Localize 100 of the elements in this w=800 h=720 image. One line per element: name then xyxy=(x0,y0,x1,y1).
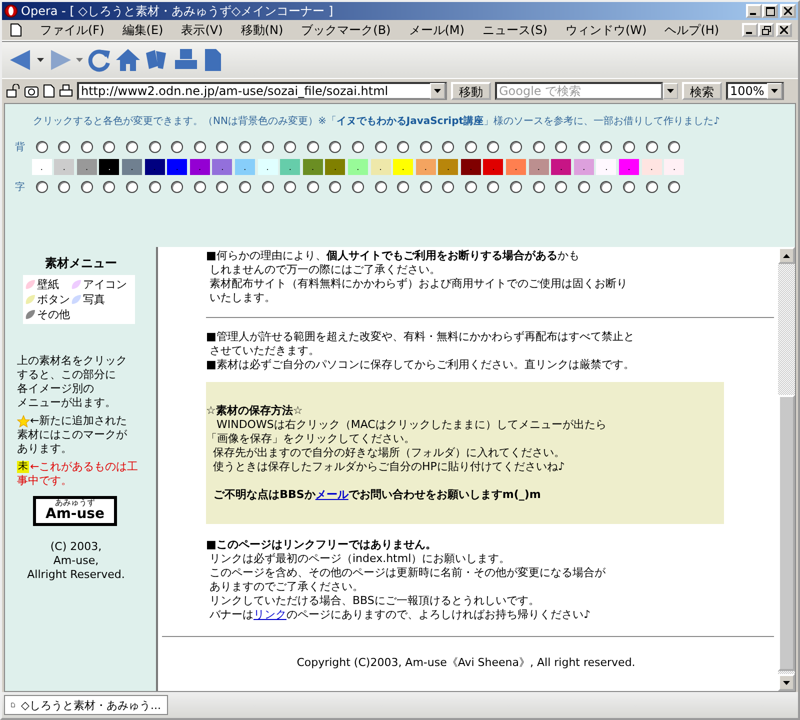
radio-button[interactable] xyxy=(36,141,48,153)
radio-button[interactable] xyxy=(464,141,477,153)
menu-link[interactable]: 写真 xyxy=(83,292,105,307)
dropdown-arrow-icon[interactable] xyxy=(771,89,778,93)
go-button[interactable]: 移動 xyxy=(451,82,491,100)
color-swatch[interactable]: . xyxy=(664,159,684,175)
menu-link[interactable]: ボタン xyxy=(37,292,70,307)
color-swatch[interactable]: . xyxy=(438,159,458,175)
radio-button[interactable] xyxy=(464,181,477,193)
color-swatch[interactable]: . xyxy=(574,159,594,175)
radio-button[interactable] xyxy=(555,181,568,193)
radio-button[interactable] xyxy=(306,141,319,153)
color-swatch[interactable]: . xyxy=(370,159,390,175)
color-swatch[interactable]: . xyxy=(76,159,97,175)
up-arrow-icon[interactable] xyxy=(783,254,790,258)
color-swatch[interactable]: . xyxy=(122,159,142,175)
radio-button[interactable] xyxy=(103,181,116,193)
radio-button[interactable] xyxy=(397,141,410,153)
radio-button[interactable] xyxy=(420,181,432,193)
radio-button[interactable] xyxy=(262,181,274,193)
close-button[interactable] xyxy=(776,23,792,37)
radio-button[interactable] xyxy=(352,181,364,193)
close-button[interactable] xyxy=(780,4,796,18)
search-field[interactable]: Google で検索 xyxy=(495,82,663,100)
dropdown-arrow-icon[interactable] xyxy=(37,58,44,62)
menu-item[interactable]: 編集(E) xyxy=(114,22,172,38)
radio-button[interactable] xyxy=(510,141,522,153)
radio-button[interactable] xyxy=(578,141,590,153)
lock-icon[interactable] xyxy=(6,84,20,98)
camera-icon[interactable] xyxy=(24,84,39,98)
radio-button[interactable] xyxy=(58,141,70,153)
radio-button[interactable] xyxy=(487,141,500,153)
radio-button[interactable] xyxy=(668,181,680,193)
radio-button[interactable] xyxy=(555,141,568,153)
radio-button[interactable] xyxy=(238,181,251,193)
radio-button[interactable] xyxy=(374,181,386,193)
dropdown-arrow-icon[interactable] xyxy=(667,89,674,93)
radio-button[interactable] xyxy=(623,141,636,153)
radio-button[interactable] xyxy=(238,141,251,153)
menu-item[interactable]: メール(M) xyxy=(400,22,472,38)
color-swatch[interactable]: . xyxy=(642,159,662,175)
radio-button[interactable] xyxy=(442,181,454,193)
menu-link[interactable]: 壁紙 xyxy=(37,277,59,292)
home-icon[interactable] xyxy=(115,47,141,73)
page-tab[interactable]: ◇しろうと素材・あみゅう... xyxy=(4,695,168,715)
color-swatch[interactable]: . xyxy=(258,159,278,175)
scrollbar[interactable] xyxy=(778,247,795,691)
color-swatch[interactable]: . xyxy=(54,159,74,175)
dropdown-arrow-icon[interactable] xyxy=(434,89,441,93)
menu-item[interactable]: ヘルプ(H) xyxy=(656,22,728,38)
radio-button[interactable] xyxy=(194,141,206,153)
color-swatch[interactable]: . xyxy=(393,159,414,175)
color-swatch[interactable]: . xyxy=(528,159,549,175)
radio-button[interactable] xyxy=(668,141,680,153)
radio-button[interactable] xyxy=(600,181,612,193)
document-icon[interactable] xyxy=(10,23,22,37)
radio-button[interactable] xyxy=(352,141,364,153)
document-icon[interactable] xyxy=(43,84,55,98)
radio-button[interactable] xyxy=(487,181,500,193)
text-link[interactable]: メール xyxy=(315,488,348,501)
page-icon[interactable] xyxy=(202,47,224,73)
restore-button[interactable] xyxy=(758,23,774,37)
radio-button[interactable] xyxy=(397,181,410,193)
radio-button[interactable] xyxy=(623,181,636,193)
down-arrow-icon[interactable] xyxy=(783,680,790,684)
color-swatch[interactable]: . xyxy=(280,159,300,175)
radio-button[interactable] xyxy=(171,141,184,153)
maximize-button[interactable] xyxy=(762,4,778,18)
radio-button[interactable] xyxy=(306,181,319,193)
radio-button[interactable] xyxy=(578,181,590,193)
radio-button[interactable] xyxy=(126,181,138,193)
radio-button[interactable] xyxy=(36,181,48,193)
radio-button[interactable] xyxy=(329,141,342,153)
minimize-button[interactable] xyxy=(746,4,762,18)
radio-button[interactable] xyxy=(600,141,612,153)
color-swatch[interactable]: . xyxy=(212,159,232,175)
color-swatch[interactable]: . xyxy=(619,159,640,175)
menu-link[interactable]: その他 xyxy=(37,307,70,322)
zoom-select[interactable]: 100% xyxy=(726,82,784,100)
menu-item[interactable]: ウィンドウ(W) xyxy=(557,22,655,38)
address-field[interactable]: http://www2.odn.ne.jp/am-use/sozai_file/sozai.html xyxy=(77,82,447,100)
menu-link[interactable]: アイコン xyxy=(83,277,127,292)
menu-item[interactable]: ブックマーク(B) xyxy=(293,22,399,38)
radio-button[interactable] xyxy=(126,141,138,153)
radio-button[interactable] xyxy=(171,181,184,193)
radio-button[interactable] xyxy=(284,141,296,153)
radio-button[interactable] xyxy=(80,181,93,193)
radio-button[interactable] xyxy=(216,181,228,193)
color-swatch[interactable]: . xyxy=(234,159,255,175)
color-swatch[interactable]: . xyxy=(348,159,368,175)
scrollbar-thumb[interactable] xyxy=(778,395,795,671)
radio-button[interactable] xyxy=(262,141,274,153)
radio-button[interactable] xyxy=(510,181,522,193)
radio-button[interactable] xyxy=(442,141,454,153)
radio-button[interactable] xyxy=(103,141,116,153)
color-swatch[interactable]: . xyxy=(302,159,323,175)
radio-button[interactable] xyxy=(194,181,206,193)
menu-item[interactable]: ファイル(F) xyxy=(32,22,112,38)
radio-button[interactable] xyxy=(58,181,70,193)
color-swatch[interactable]: . xyxy=(32,159,52,175)
